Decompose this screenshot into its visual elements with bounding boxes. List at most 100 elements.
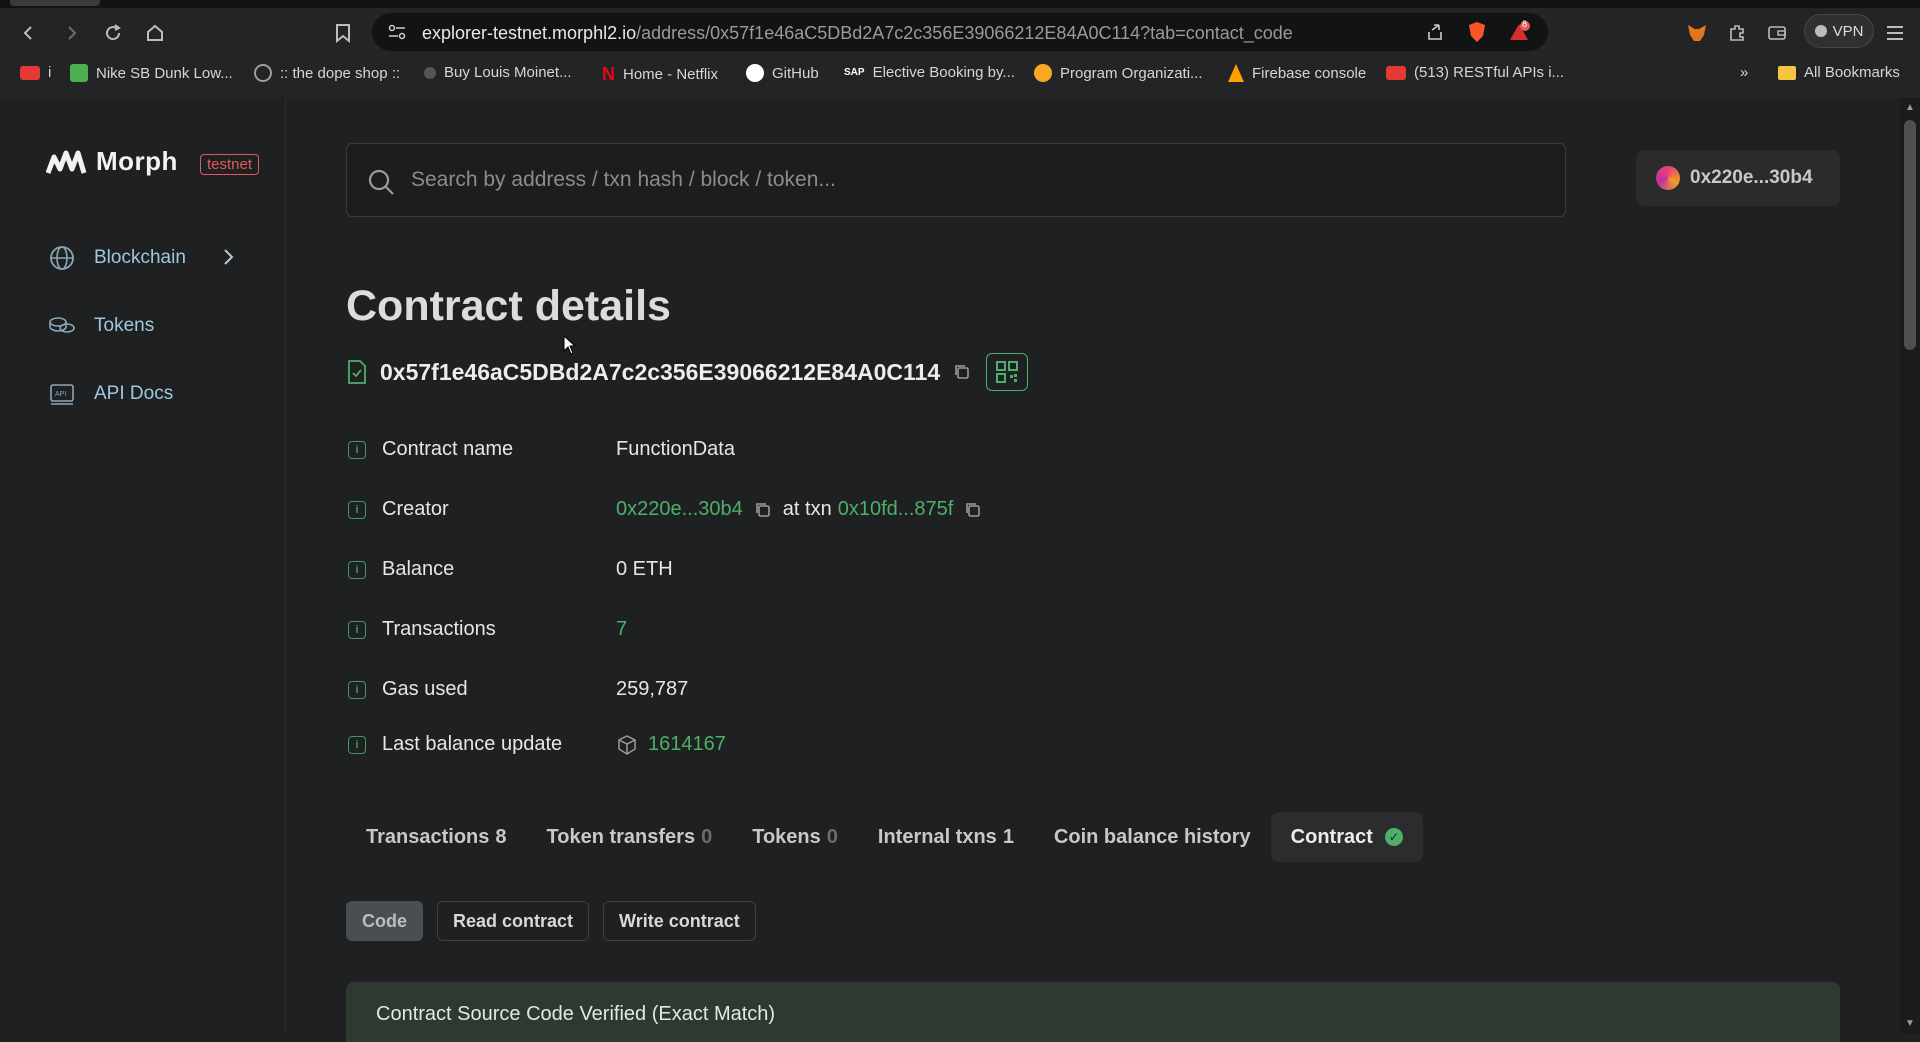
copy-icon[interactable] xyxy=(963,500,983,520)
coins-icon xyxy=(48,312,76,340)
bookmarks-bar: i Nike SB Dunk Low... :: the dope shop :… xyxy=(0,60,1920,90)
address-bar[interactable]: explorer-testnet.morphl2.io/address/0x57… xyxy=(372,13,1548,51)
bookmark-label: Buy Louis Moinet... xyxy=(444,64,572,81)
bookmark-item[interactable]: N Home - Netflix xyxy=(602,64,718,85)
transactions-count-link[interactable]: 7 xyxy=(616,618,627,641)
info-icon[interactable]: i xyxy=(348,620,366,639)
search-bar[interactable]: Search by address / txn hash / block / t… xyxy=(346,143,1566,217)
more-bookmarks-icon[interactable]: » xyxy=(1740,64,1748,81)
all-bookmarks-label: All Bookmarks xyxy=(1804,64,1900,81)
metamask-icon[interactable] xyxy=(1682,18,1712,48)
tab-count: 8 xyxy=(495,825,507,848)
info-icon[interactable]: i xyxy=(348,440,366,459)
bookmark-label: GitHub xyxy=(772,64,819,82)
vpn-button[interactable]: VPN xyxy=(1804,14,1874,48)
youtube-icon xyxy=(20,65,40,80)
tab-transactions[interactable]: Transactions 8 xyxy=(346,812,527,862)
vpn-status-icon xyxy=(1814,25,1827,37)
url-path: /address/0x57f1e46aC5DBd2A7c2c356E390662… xyxy=(636,23,1293,43)
scrollbar-thumb[interactable] xyxy=(1904,120,1916,350)
all-bookmarks-button[interactable]: All Bookmarks xyxy=(1778,64,1900,81)
tab-coin-balance-history[interactable]: Coin balance history xyxy=(1034,812,1271,862)
creator-value: 0x220e...30b4 at txn 0x10fd...875f xyxy=(616,498,993,521)
folder-icon xyxy=(1778,65,1796,80)
back-icon[interactable] xyxy=(14,18,44,48)
tab-internal-txns[interactable]: Internal txns 1 xyxy=(858,812,1034,862)
globe-icon xyxy=(48,244,76,272)
info-icon[interactable]: i xyxy=(348,735,366,754)
account-address: 0x220e...30b4 xyxy=(1690,167,1813,188)
detail-row-contract-name: i Contract name FunctionData xyxy=(348,438,735,461)
bookmark-label: Firebase console xyxy=(1252,64,1367,82)
tab-tokens[interactable]: Tokens 0 xyxy=(732,812,858,862)
code-button[interactable]: Code xyxy=(346,901,423,941)
bookmark-item[interactable]: Buy Louis Moinet... xyxy=(424,64,572,81)
info-icon[interactable]: i xyxy=(348,500,366,519)
active-browser-tab[interactable] xyxy=(10,0,100,6)
scroll-up-icon[interactable]: ▲ xyxy=(1905,103,1915,113)
detail-label: Gas used xyxy=(382,678,468,700)
bookmark-item[interactable]: GitHub xyxy=(746,64,819,82)
bookmark-item[interactable]: Program Organizati... xyxy=(1034,64,1203,82)
bookmark-item[interactable]: SAP Elective Booking by... xyxy=(844,64,1015,81)
menu-icon[interactable] xyxy=(1880,18,1910,48)
bookmark-icon[interactable] xyxy=(328,18,358,48)
copy-icon[interactable] xyxy=(952,362,972,382)
block-number-link[interactable]: 1614167 xyxy=(648,733,726,756)
sidebar-item-tokens[interactable]: Tokens xyxy=(48,312,154,340)
reload-icon[interactable] xyxy=(98,18,128,48)
firebase-icon xyxy=(1228,64,1244,82)
scroll-down-icon[interactable]: ▼ xyxy=(1905,1019,1915,1029)
tab-token-transfers[interactable]: Token transfers 0 xyxy=(527,812,733,862)
account-button[interactable]: 0x220e...30b4 xyxy=(1636,150,1840,206)
chevron-right-icon[interactable] xyxy=(222,248,234,272)
sidebar-item-api-docs[interactable]: API API Docs xyxy=(48,380,173,408)
forward-icon[interactable] xyxy=(56,18,86,48)
site-favicon-icon xyxy=(424,66,436,79)
site-favicon-icon xyxy=(254,64,272,82)
wallet-icon[interactable] xyxy=(1762,18,1792,48)
logo[interactable]: Morph xyxy=(46,146,178,177)
sap-icon: SAP xyxy=(844,67,865,78)
qr-code-button[interactable] xyxy=(986,353,1029,391)
write-contract-button[interactable]: Write contract xyxy=(603,901,756,941)
api-icon: API xyxy=(48,380,76,408)
scrollbar[interactable]: ▲ ▼ xyxy=(1900,98,1920,1034)
detail-row-transactions: i Transactions 7 xyxy=(348,618,627,641)
site-favicon-icon xyxy=(70,64,88,82)
creation-txn-link[interactable]: 0x10fd...875f xyxy=(838,498,954,521)
share-icon[interactable] xyxy=(1424,21,1446,43)
extensions-icon[interactable] xyxy=(1722,18,1752,48)
tab-strip xyxy=(0,0,1920,8)
bookmark-item[interactable]: (513) RESTful APIs i... xyxy=(1386,64,1564,81)
sidebar-item-label: Blockchain xyxy=(94,247,186,268)
info-icon[interactable]: i xyxy=(348,680,366,699)
home-icon[interactable] xyxy=(140,18,170,48)
qr-code-icon xyxy=(996,361,1019,383)
tab-label: Token transfers xyxy=(546,825,696,848)
brave-shield-icon[interactable] xyxy=(1466,21,1488,43)
contract-name-value: FunctionData xyxy=(616,438,735,460)
tab-contract[interactable]: Contract ✓ xyxy=(1270,812,1423,862)
tab-count: 0 xyxy=(826,825,838,848)
bookmark-item[interactable]: :: the dope shop :: xyxy=(254,64,400,82)
search-input[interactable]: Search by address / txn hash / block / t… xyxy=(411,168,836,192)
bookmark-label: :: the dope shop :: xyxy=(280,64,401,82)
contract-address-row: 0x57f1e46aC5DBd2A7c2c356E39066212E84A0C1… xyxy=(346,353,1029,391)
mouse-cursor-icon xyxy=(563,335,577,355)
bookmark-item[interactable]: Firebase console xyxy=(1228,64,1366,82)
brave-rewards-icon[interactable]: 8 xyxy=(1508,19,1530,43)
bookmark-item[interactable]: i xyxy=(20,64,51,81)
read-contract-button[interactable]: Read contract xyxy=(437,901,590,941)
copy-icon[interactable] xyxy=(753,500,773,520)
netflix-icon: N xyxy=(602,64,615,84)
creator-address-link[interactable]: 0x220e...30b4 xyxy=(616,498,743,521)
info-icon[interactable]: i xyxy=(348,560,366,579)
site-settings-icon[interactable] xyxy=(386,21,408,43)
sidebar-item-blockchain[interactable]: Blockchain xyxy=(48,244,186,272)
url-text: explorer-testnet.morphl2.io/address/0x57… xyxy=(422,23,1293,44)
bookmark-item[interactable]: Nike SB Dunk Low... xyxy=(70,64,233,82)
contract-subtabs: Code Read contract Write contract xyxy=(346,901,756,941)
detail-row-last-balance-update: i Last balance update 1614167 xyxy=(348,733,726,756)
youtube-icon xyxy=(1386,65,1406,80)
